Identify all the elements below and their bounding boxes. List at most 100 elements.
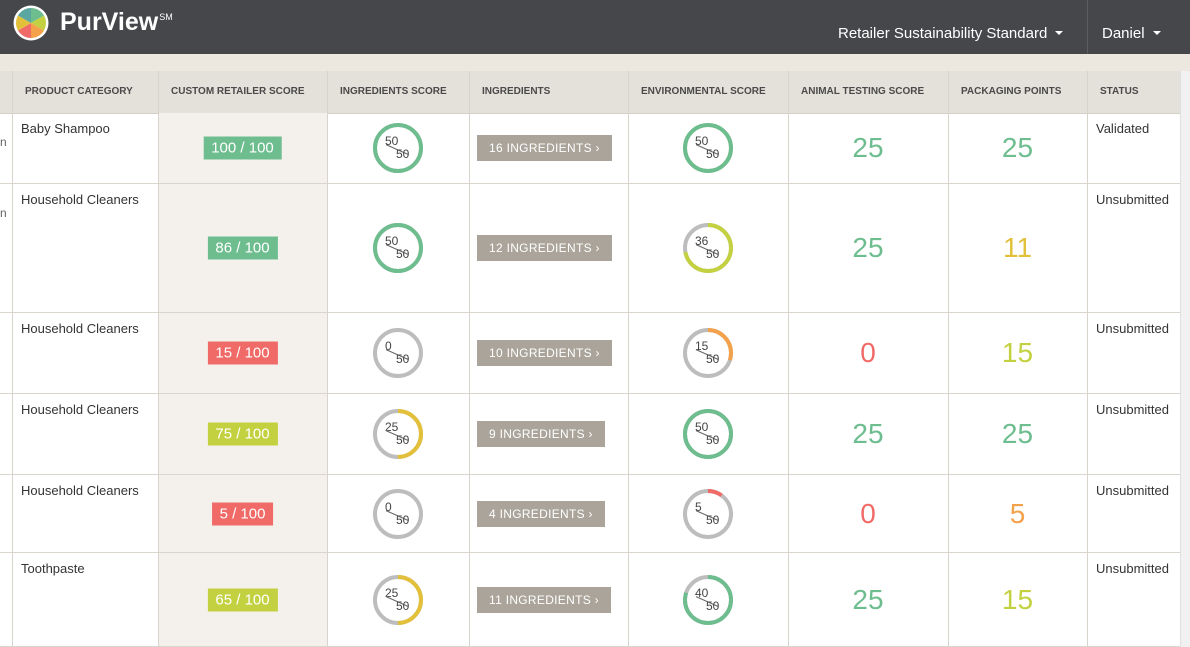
animal-testing-score-value: 25 (852, 418, 884, 449)
cell-environmental-score: 50 50 (628, 113, 788, 183)
ingredients-button[interactable]: 4 INGREDIENTS › (477, 500, 605, 527)
column-divider (469, 71, 470, 647)
packaging-points-value: 11 (1002, 232, 1033, 263)
purview-logo-icon[interactable] (13, 5, 49, 41)
cell-environmental-score: 5 50 (628, 475, 788, 552)
product-category-label: Toothpaste (21, 561, 85, 576)
cell-ingredients-score: 0 50 (327, 313, 469, 393)
cell-custom-retailer-score: 75 / 100 (158, 394, 327, 474)
column-header-environmental-score[interactable]: ENVIRONMENTAL SCORE (628, 71, 788, 113)
ingredients-button[interactable]: 10 INGREDIENTS › (477, 340, 612, 366)
environmental-score-fraction: 50 50 (693, 419, 723, 449)
status-label: Unsubmitted (1096, 192, 1169, 207)
brand-name: PurViewSM (60, 8, 173, 37)
cell-custom-retailer-score: 65 / 100 (158, 553, 327, 646)
column-divider (327, 71, 328, 647)
vertical-scrollbar[interactable] (1180, 71, 1190, 647)
cell-animal-testing-score: 25 (788, 113, 948, 183)
standard-dropdown[interactable]: Retailer Sustainability Standard (838, 25, 1064, 42)
cell-environmental-score: 40 50 (628, 553, 788, 646)
column-header-packaging-points[interactable]: PACKAGING POINTS (948, 71, 1087, 113)
cell-status: Unsubmitted (1087, 313, 1180, 393)
cell-ingredients-score: 0 50 (327, 475, 469, 552)
user-divider (1087, 0, 1088, 54)
cell-packaging-points: 5 (948, 475, 1087, 552)
brand-service-mark: SM (159, 12, 173, 22)
cell-product-category: n Household Cleaners (0, 184, 158, 312)
status-label: Unsubmitted (1096, 402, 1169, 417)
column-divider (1087, 71, 1088, 647)
animal-testing-score-value: 0 (860, 337, 876, 368)
retailer-score-badge: 15 / 100 (207, 341, 278, 365)
ingredients-score-max: 50 (396, 512, 410, 527)
product-category-label: Household Cleaners (21, 321, 139, 336)
packaging-points-value: 15 (1001, 337, 1034, 368)
environmental-score-fraction: 5 50 (693, 499, 723, 529)
status-label: Unsubmitted (1096, 561, 1169, 576)
ingredients-score-fraction: 25 50 (383, 585, 413, 615)
top-bar: PurViewSM Retailer Sustainability Standa… (0, 0, 1190, 54)
cell-ingredients: 10 INGREDIENTS › (469, 313, 628, 393)
environmental-score-max: 50 (706, 512, 720, 527)
animal-testing-score-value: 25 (852, 583, 884, 615)
cell-environmental-score: 15 50 (628, 313, 788, 393)
ingredients-score-max: 50 (396, 598, 410, 613)
environmental-score-fraction: 50 50 (693, 133, 723, 163)
cell-packaging-points: 15 (948, 553, 1087, 646)
column-divider (628, 71, 629, 647)
cell-ingredients: 9 INGREDIENTS › (469, 394, 628, 474)
table-row[interactable]: n Baby Shampoo 100 / 100 50 50 16 INGREDIENTS… (0, 113, 1180, 184)
retailer-score-badge: 65 / 100 (207, 588, 278, 611)
ingredients-button[interactable]: 12 INGREDIENTS › (477, 235, 612, 261)
table-row[interactable]: Household Cleaners 5 / 100 0 50 4 INGREDIENT… (0, 475, 1180, 553)
cell-ingredients-score: 50 50 (327, 113, 469, 183)
ingredients-button[interactable]: 9 INGREDIENTS › (477, 421, 605, 447)
packaging-points-value: 5 (1009, 497, 1026, 529)
column-header-ingredients-score[interactable]: INGREDIENTS SCORE (327, 71, 469, 113)
ingredients-score-fraction: 0 50 (383, 338, 413, 368)
cell-status: Validated (1087, 113, 1180, 183)
cut-off-text: n (0, 135, 7, 149)
cell-animal-testing-score: 25 (788, 553, 948, 646)
user-menu[interactable]: Daniel (1102, 25, 1161, 42)
cell-ingredients-score: 25 50 (327, 394, 469, 474)
product-category-label: Household Cleaners (21, 483, 139, 498)
retailer-score-badge: 86 / 100 (207, 236, 278, 260)
cell-product-category: Household Cleaners (0, 313, 158, 393)
animal-testing-score-value: 25 (852, 232, 884, 263)
packaging-points-value: 25 (1001, 418, 1034, 449)
column-header-status[interactable]: STATUS (1087, 71, 1180, 113)
column-header-custom-retailer-score[interactable]: CUSTOM RETAILER SCORE (158, 71, 327, 113)
cell-ingredients: 4 INGREDIENTS › (469, 475, 628, 552)
chevron-down-icon (1152, 31, 1161, 36)
cell-animal-testing-score: 0 (788, 313, 948, 393)
cell-status: Unsubmitted (1087, 553, 1180, 646)
packaging-points-value: 15 (1001, 583, 1034, 615)
table-header: PRODUCT CATEGORY CUSTOM RETAILER SCORE I… (0, 71, 1180, 114)
column-header-ingredients[interactable]: INGREDIENTS (469, 71, 628, 113)
table-row[interactable]: Household Cleaners 15 / 100 0 50 10 INGREDIE… (0, 313, 1180, 394)
table-row[interactable]: n Household Cleaners 86 / 100 50 50 12 INGRED… (0, 184, 1180, 313)
cell-ingredients-score: 50 50 (327, 184, 469, 312)
column-header-animal-testing-score[interactable]: ANIMAL TESTING SCORE (788, 71, 948, 113)
column-divider (948, 71, 949, 647)
product-category-label: Household Cleaners (21, 402, 139, 417)
environmental-score-max: 50 (706, 247, 720, 261)
ingredients-button[interactable]: 16 INGREDIENTS › (477, 135, 612, 161)
environmental-score-max: 50 (706, 433, 720, 447)
cell-animal-testing-score: 0 (788, 475, 948, 552)
product-category-label: Household Cleaners (21, 192, 139, 207)
status-label: Validated (1096, 121, 1150, 136)
cut-off-text: n (0, 206, 7, 220)
header-band (0, 54, 1190, 71)
ingredients-score-max: 50 (396, 247, 410, 261)
ingredients-score-max: 50 (396, 147, 410, 161)
cell-status: Unsubmitted (1087, 475, 1180, 552)
table-row[interactable]: Toothpaste 65 / 100 25 50 11 INGREDIENTS › 40… (0, 553, 1180, 647)
table-row[interactable]: Household Cleaners 75 / 100 25 50 9 INGREDIE… (0, 394, 1180, 475)
column-header-product-category[interactable]: PRODUCT CATEGORY (12, 71, 158, 113)
ingredients-button[interactable]: 11 INGREDIENTS › (477, 586, 611, 613)
cell-product-category: Household Cleaners (0, 394, 158, 474)
environmental-score-max: 50 (706, 598, 720, 613)
environmental-score-max: 50 (706, 352, 720, 366)
